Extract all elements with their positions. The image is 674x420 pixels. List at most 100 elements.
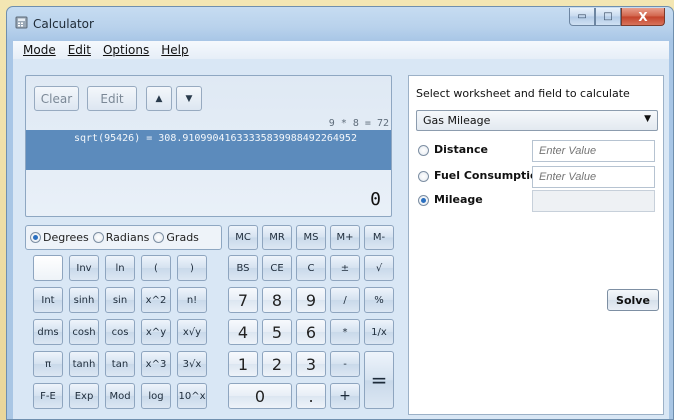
pi-button[interactable]: π <box>33 351 63 377</box>
distance-input[interactable] <box>532 140 655 162</box>
field-row-mileage: Mileage <box>418 190 658 212</box>
solve-button[interactable]: Solve <box>607 289 659 311</box>
close-button[interactable]: X <box>621 8 665 26</box>
display-area: Clear Edit ▲ ▼ 9 * 8 = 72 sqrt(95426) = … <box>25 75 392 217</box>
fuel-consumption-input[interactable] <box>532 166 655 188</box>
sin-button[interactable]: sin <box>105 287 135 313</box>
subtract-button[interactable]: - <box>330 351 360 377</box>
field-row-fuel-consumption: Fuel Consumption <box>418 166 658 188</box>
radio-degrees[interactable]: Degrees <box>30 231 89 244</box>
worksheet-select-value: Gas Mileage <box>423 114 491 127</box>
radio-icon <box>153 232 165 243</box>
m-plus-button[interactable]: M+ <box>330 225 360 250</box>
cos-button[interactable]: cos <box>105 319 135 345</box>
blank-key[interactable] <box>33 255 63 281</box>
dms-button[interactable]: dms <box>33 319 63 345</box>
c-button[interactable]: C <box>296 255 326 281</box>
history-up-button[interactable]: ▲ <box>146 86 172 111</box>
digit-9-button[interactable]: 9 <box>296 287 326 313</box>
open-paren-button[interactable]: ( <box>141 255 171 281</box>
menu-edit[interactable]: Edit <box>62 43 97 57</box>
tan-button[interactable]: tan <box>105 351 135 377</box>
power-button[interactable]: x^y <box>141 319 171 345</box>
radio-icon <box>92 232 104 243</box>
close-paren-button[interactable]: ) <box>177 255 207 281</box>
result-display: 0 <box>370 189 381 210</box>
menu-mode[interactable]: Mode <box>17 43 62 57</box>
window-title: Calculator <box>33 17 94 31</box>
reciprocal-button[interactable]: 1/x <box>364 319 394 345</box>
exp-button[interactable]: Exp <box>69 383 99 409</box>
radio-radians[interactable]: Radians <box>92 231 149 244</box>
digit-7-button[interactable]: 7 <box>228 287 258 313</box>
field-label-distance: Distance <box>434 143 488 156</box>
square-button[interactable]: x^2 <box>141 287 171 313</box>
arrow-down-icon: ▼ <box>185 93 193 104</box>
sqrt-button[interactable]: √ <box>364 255 394 281</box>
chevron-down-icon: ▼ <box>644 114 651 124</box>
client-area: Clear Edit ▲ ▼ 9 * 8 = 7 2 sqrt(95426) = … <box>13 59 669 419</box>
angle-mode-group: Degrees Radians Grads <box>25 225 222 250</box>
tanh-button[interactable]: tanh <box>69 351 99 377</box>
digit-8-button[interactable]: 8 <box>262 287 292 313</box>
mr-button[interactable]: MR <box>262 225 292 250</box>
digit-5-button[interactable]: 5 <box>262 319 292 345</box>
plus-minus-button[interactable]: ± <box>330 255 360 281</box>
decimal-button[interactable]: . <box>296 383 326 409</box>
add-button[interactable]: + <box>330 383 360 409</box>
edit-history-button[interactable]: Edit <box>87 86 137 111</box>
radio-mileage[interactable] <box>418 195 429 206</box>
clear-history-button[interactable]: Clear <box>34 86 79 111</box>
radio-grads[interactable]: Grads <box>153 231 199 244</box>
cube-button[interactable]: x^3 <box>141 351 171 377</box>
digit-6-button[interactable]: 6 <box>296 319 326 345</box>
radio-distance[interactable] <box>418 145 429 156</box>
digit-0-button[interactable]: 0 <box>228 383 292 409</box>
cube-root-button[interactable]: 3√x <box>177 351 207 377</box>
field-label-mileage: Mileage <box>434 193 483 206</box>
worksheet-select[interactable]: Gas Mileage ▼ <box>416 110 658 131</box>
log-button[interactable]: log <box>141 383 171 409</box>
history-entry-selected[interactable]: sqrt(95426) = 308.9109904163333583998849… <box>26 130 391 170</box>
minimize-button[interactable]: ▭ <box>569 8 595 26</box>
maximize-icon: □ <box>603 11 613 22</box>
digit-4-button[interactable]: 4 <box>228 319 258 345</box>
mileage-output <box>532 190 655 212</box>
field-label-fuel-consumption: Fuel Consumption <box>434 169 546 182</box>
menu-help[interactable]: Help <box>155 43 194 57</box>
inv-button[interactable]: Inv <box>69 255 99 281</box>
backspace-button[interactable]: BS <box>228 255 258 281</box>
ln-button[interactable]: ln <box>105 255 135 281</box>
mod-button[interactable]: Mod <box>105 383 135 409</box>
minimize-icon: ▭ <box>577 11 587 22</box>
title-bar[interactable]: Calculator ▭ □ X <box>7 7 673 37</box>
ten-power-button[interactable]: 10^x <box>177 383 207 409</box>
field-row-distance: Distance <box>418 140 658 162</box>
cosh-button[interactable]: cosh <box>69 319 99 345</box>
m-minus-button[interactable]: M- <box>364 225 394 250</box>
digit-3-button[interactable]: 3 <box>296 351 326 377</box>
equals-button[interactable]: = <box>364 351 394 409</box>
digit-1-button[interactable]: 1 <box>228 351 258 377</box>
multiply-button[interactable]: * <box>330 319 360 345</box>
percent-button[interactable]: % <box>364 287 394 313</box>
radio-fuel-consumption[interactable] <box>418 171 429 182</box>
root-button[interactable]: x√y <box>177 319 207 345</box>
ce-button[interactable]: CE <box>262 255 292 281</box>
calculator-app-icon <box>15 16 28 29</box>
menu-options[interactable]: Options <box>97 43 155 57</box>
factorial-button[interactable]: n! <box>177 287 207 313</box>
divide-button[interactable]: / <box>330 287 360 313</box>
arrow-up-icon: ▲ <box>155 93 163 104</box>
int-button[interactable]: Int <box>33 287 63 313</box>
digit-2-button[interactable]: 2 <box>262 351 292 377</box>
history-selected-text: sqrt(95426) = 308.9109904163333583998849… <box>74 133 357 144</box>
mc-button[interactable]: MC <box>228 225 258 250</box>
worksheet-panel: Select worksheet and field to calculate … <box>408 75 664 415</box>
ms-button[interactable]: MS <box>296 225 326 250</box>
fe-button[interactable]: F-E <box>33 383 63 409</box>
calculator-panel: Clear Edit ▲ ▼ 9 * 8 = 7 2 sqrt(95426) = … <box>17 63 400 415</box>
history-down-button[interactable]: ▼ <box>176 86 202 111</box>
sinh-button[interactable]: sinh <box>69 287 99 313</box>
maximize-button[interactable]: □ <box>595 8 621 26</box>
